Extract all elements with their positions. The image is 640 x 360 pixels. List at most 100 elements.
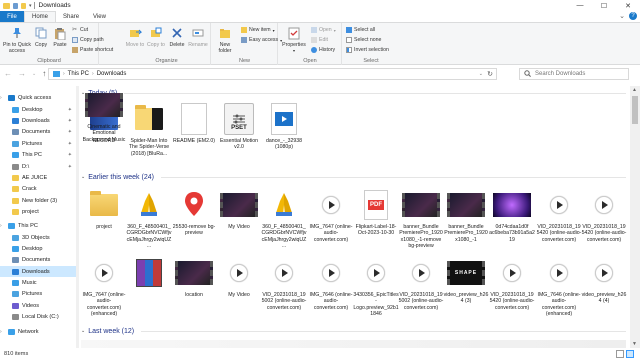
close-button[interactable]: ✕: [616, 0, 640, 11]
open-button[interactable]: Open ▾: [311, 27, 336, 33]
file-item[interactable]: 360_F_48500401_CGRDGbrNVCWfjvcEMjaJhrgy2…: [126, 186, 172, 250]
chevron-right-icon[interactable]: ›: [92, 71, 94, 77]
pin-to-quick-access-button[interactable]: Pin to Quick access: [2, 26, 32, 54]
recent-locations-icon[interactable]: ⌄: [32, 69, 36, 78]
nav-item[interactable]: Pictures ✦: [0, 138, 76, 149]
file-item[interactable]: dance_-_32938 (1080p): [261, 100, 307, 151]
file-item[interactable]: Cinematic and Emotional Background Music: [81, 86, 127, 143]
nav-item[interactable]: Documents: [0, 254, 76, 265]
minimize-button[interactable]: —: [568, 0, 592, 11]
copy-button[interactable]: Copy: [33, 26, 49, 48]
file-item[interactable]: 3430356_EpicTitles-Logo.preview_92b11846: [353, 254, 399, 318]
address-bar[interactable]: › This PC › Downloads ⌄ ↻: [48, 68, 497, 80]
expand-chevron-icon[interactable]: ›: [0, 223, 2, 229]
large-icons-view-button[interactable]: [626, 350, 634, 358]
chevron-down-icon[interactable]: ⌄: [81, 328, 85, 334]
file-item[interactable]: Spider-Man Into The Spider-Verse (2018) …: [126, 100, 172, 157]
file-item[interactable]: project: [81, 186, 127, 230]
tab-view[interactable]: View: [86, 11, 113, 22]
new-folder-icon[interactable]: [21, 2, 26, 9]
file-item[interactable]: IMG_7647 (online-audio-converter.com) (e…: [81, 254, 127, 318]
nav-item[interactable]: › This PC: [0, 220, 76, 231]
file-item[interactable]: banner_Bundle PremierePro_1920x1080_-1: [443, 186, 489, 243]
paste-shortcut-button[interactable]: Paste shortcut: [72, 47, 113, 53]
file-item[interactable]: video_preview_h264 (4): [581, 254, 627, 305]
navigation-scrollbar[interactable]: [76, 86, 79, 348]
nav-item[interactable]: Videos: [0, 300, 76, 311]
scroll-down-icon[interactable]: ▼: [632, 341, 637, 347]
copy-to-button[interactable]: Copy to: [146, 26, 166, 48]
properties-icon[interactable]: [13, 2, 18, 9]
file-item[interactable]: VID_20231018_195420 (online-audio-conver…: [536, 186, 582, 243]
file-item[interactable]: PDF Flipkart-Label-18-Oct-2023-10-30: [353, 186, 399, 237]
file-item[interactable]: VID_20231018_195002 (online-audio-conver…: [261, 254, 307, 311]
chevron-down-icon[interactable]: ⌄: [479, 71, 483, 77]
tab-share[interactable]: Share: [56, 11, 86, 22]
chevron-down-icon[interactable]: ▾: [29, 3, 32, 9]
scrollbar-thumb[interactable]: [632, 96, 638, 124]
file-item[interactable]: 25530-remove bg-preview: [171, 186, 217, 237]
nav-item[interactable]: Pictures: [0, 288, 76, 299]
edit-button[interactable]: Edit: [311, 37, 328, 43]
file-item[interactable]: IMG_7646 (online-audio-converter.com): [308, 254, 354, 311]
copy-path-button[interactable]: Copy path: [72, 37, 104, 43]
chevron-down-icon[interactable]: ⌄: [81, 174, 85, 180]
paste-button[interactable]: Paste: [52, 26, 68, 48]
file-item[interactable]: banner_Bundle PremierePro_1920x1080_-1-r…: [398, 186, 444, 250]
nav-item[interactable]: › Network: [0, 326, 76, 337]
move-to-button[interactable]: Move to: [125, 26, 145, 48]
properties-button[interactable]: Properties ▾: [281, 26, 307, 54]
details-view-button[interactable]: [616, 350, 624, 358]
nav-item[interactable]: 3D Objects: [0, 232, 76, 243]
file-item[interactable]: IMG_7647 (online-audio-converter.com): [308, 186, 354, 243]
nav-item[interactable]: Crack: [0, 183, 76, 194]
file-item[interactable]: My Video: [216, 254, 262, 298]
breadcrumb-downloads[interactable]: Downloads: [97, 71, 127, 77]
nav-item[interactable]: project: [0, 206, 76, 217]
file-item[interactable]: [126, 254, 172, 292]
delete-button[interactable]: Delete: [167, 26, 187, 48]
new-item-button[interactable]: New item ▾: [241, 27, 275, 33]
search-box[interactable]: Search Downloads: [519, 68, 629, 80]
cut-button[interactable]: ✂ Cut: [72, 27, 88, 33]
search-input[interactable]: Search Downloads: [535, 71, 585, 77]
expand-chevron-icon[interactable]: ›: [0, 95, 2, 101]
nav-item[interactable]: Downloads ✦: [0, 115, 76, 126]
chevron-down-icon[interactable]: ⌄: [619, 12, 625, 20]
folder-icon[interactable]: [3, 2, 10, 9]
nav-item[interactable]: AE JUICE: [0, 172, 76, 183]
file-item[interactable]: VID_20231018_195420 (online-audio-conver…: [489, 254, 535, 311]
up-arrow-icon[interactable]: ↑: [42, 69, 46, 78]
refresh-icon[interactable]: ↻: [487, 70, 493, 78]
group-header[interactable]: ⌄ Last week (12): [81, 326, 626, 336]
nav-item[interactable]: Downloads: [0, 266, 76, 277]
nav-item[interactable]: Local Disk (C:): [0, 311, 76, 322]
file-item[interactable]: README (EM2.0): [171, 100, 217, 144]
help-icon[interactable]: ?: [629, 12, 637, 20]
nav-item[interactable]: Desktop: [0, 243, 76, 254]
rename-button[interactable]: Rename: [187, 26, 209, 48]
file-item[interactable]: IMG_7646 (online-audio-converter.com) (e…: [536, 254, 582, 318]
nav-item[interactable]: This PC ✦: [0, 149, 76, 160]
file-item[interactable]: 360_F_48500401_CGRDGbrNVCWfjvcEMjaJhrgy2…: [261, 186, 307, 250]
file-item[interactable]: My Video: [216, 186, 262, 230]
nav-item[interactable]: New folder (3): [0, 195, 76, 206]
scroll-up-icon[interactable]: ▲: [632, 87, 637, 93]
file-item[interactable]: VID_20231018_195420 (online-audio-conver…: [581, 186, 627, 243]
tab-home[interactable]: Home: [24, 11, 57, 22]
file-item[interactable]: SHAPE video_preview_h264 (3): [443, 254, 489, 305]
group-header[interactable]: ⌄ Earlier this week (24): [81, 172, 626, 182]
group-header[interactable]: ⌄Today (5): [81, 88, 626, 98]
file-item[interactable]: 0d74cdaa1d0f ac6beba73b91a5a219: [489, 186, 535, 243]
file-item[interactable]: VID_20231018_195002 (online-audio-conver…: [398, 254, 444, 311]
nav-item[interactable]: › Quick access: [0, 92, 76, 103]
nav-item[interactable]: Documents ✦: [0, 126, 76, 137]
file-item[interactable]: PSET Essential Motion v2.0: [216, 100, 262, 151]
chevron-right-icon[interactable]: ›: [63, 71, 65, 77]
select-all-button[interactable]: Select all: [346, 27, 375, 33]
expand-chevron-icon[interactable]: ›: [0, 329, 2, 335]
tab-file[interactable]: File: [0, 11, 24, 22]
file-item[interactable]: location: [171, 254, 217, 298]
select-none-button[interactable]: Select none: [346, 37, 381, 43]
vertical-scrollbar[interactable]: ▲ ▼: [630, 86, 640, 348]
